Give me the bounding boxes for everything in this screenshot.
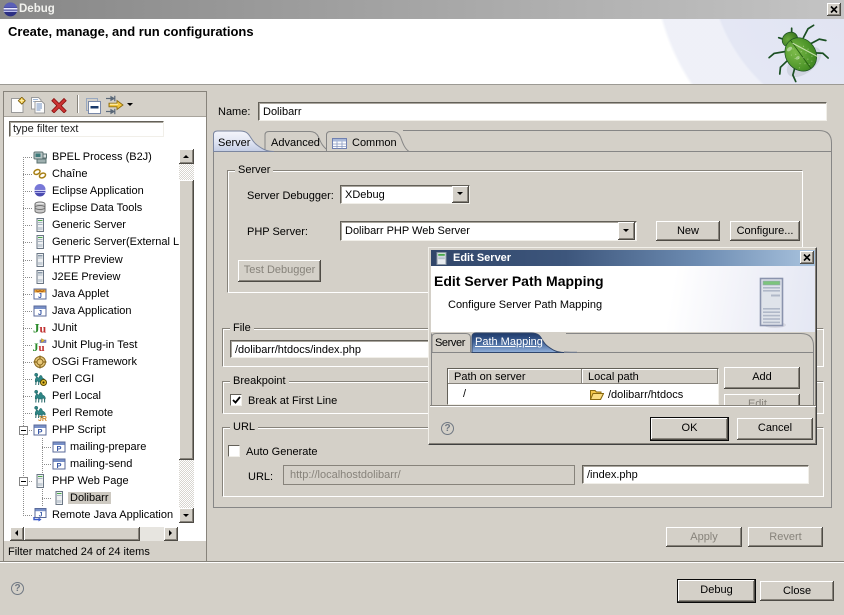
svg-text:JR: JR	[38, 416, 47, 421]
svg-text:u: u	[40, 322, 47, 336]
svg-text:P: P	[56, 444, 61, 453]
svg-text:J: J	[38, 308, 42, 317]
svg-text:J: J	[38, 293, 42, 300]
svg-text:J: J	[39, 512, 43, 519]
svg-text:P: P	[37, 427, 42, 436]
svg-text:u: u	[39, 342, 45, 353]
svg-text:P: P	[56, 461, 61, 470]
